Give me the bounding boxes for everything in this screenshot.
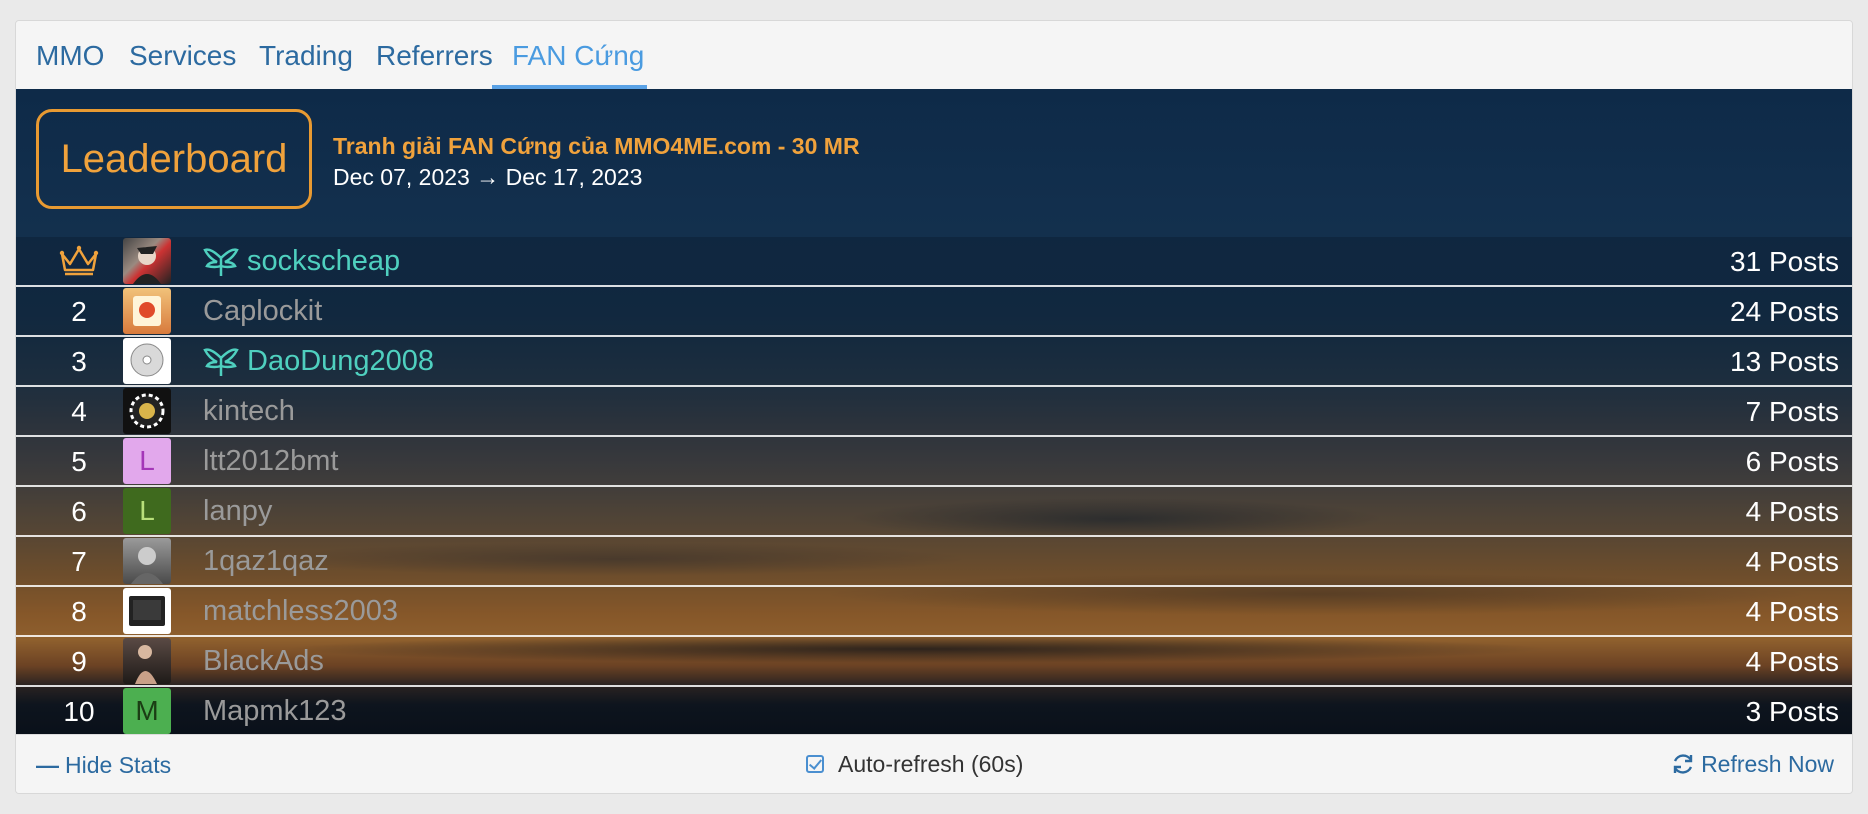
username-cell: DaoDung2008 [203, 337, 434, 385]
post-count: 6 Posts [1745, 446, 1839, 477]
ranking-list: sockscheap 31 Posts 2 Caplockit 24 Posts… [16, 237, 1852, 735]
username-cell: 1qaz1qaz [203, 537, 329, 585]
post-count: 3 Posts [1745, 696, 1839, 727]
rank-number: 5 [71, 446, 87, 477]
tab-fan-cung[interactable]: FAN Cứng [492, 21, 647, 89]
rank-number: 6 [71, 496, 87, 527]
username-cell: lanpy [203, 487, 272, 535]
rank-number: 9 [71, 646, 87, 677]
rank-number: 8 [71, 596, 87, 627]
leaderboard-badge: Leaderboard [36, 109, 312, 209]
refresh-icon [1673, 754, 1693, 774]
username-link[interactable]: BlackAds [203, 645, 324, 678]
refresh-now-label: Refresh Now [1701, 750, 1834, 777]
username-link[interactable]: lanpy [203, 495, 272, 528]
hide-stats-label: Hide Stats [65, 752, 172, 778]
post-count: 7 Posts [1745, 396, 1839, 427]
auto-refresh-checkbox[interactable] [806, 755, 824, 773]
contest-dates: Dec 07, 2023 → Dec 17, 2023 [333, 164, 643, 190]
username-cell: ltt2012bmt [203, 437, 338, 485]
minus-icon: — [36, 752, 59, 778]
wing-icon [203, 248, 239, 276]
ranking-row: 3 DaoDung2008 13 Posts [16, 337, 1852, 387]
crown-icon [59, 245, 99, 276]
ranking-row: 8 matchless2003 4 Posts [16, 587, 1852, 637]
tab-bar: MMO Services Trading Referrers FAN Cứng [16, 21, 1852, 90]
rank-number: 2 [71, 296, 87, 327]
ranking-row: 10 M Mapmk123 3 Posts [16, 687, 1852, 735]
rank-number: 10 [63, 696, 95, 727]
auto-refresh-label: Auto-refresh (60s) [838, 750, 1024, 777]
post-count: 4 Posts [1745, 546, 1839, 577]
leaderboard-panel: Leaderboard Tranh giải FAN Cứng của MMO4… [16, 89, 1852, 737]
avatar[interactable]: M [123, 688, 171, 734]
avatar[interactable] [123, 288, 171, 334]
avatar[interactable] [123, 338, 171, 384]
rank-number: 4 [71, 396, 87, 427]
refresh-now-button[interactable]: Refresh Now [1671, 735, 1834, 793]
wing-icon [203, 348, 239, 376]
ranking-row: 2 Caplockit 24 Posts [16, 287, 1852, 337]
avatar[interactable]: L [123, 488, 171, 534]
ranking-row: 6 L lanpy 4 Posts [16, 487, 1852, 537]
post-count: 13 Posts [1730, 346, 1839, 377]
widget-footer: — Hide Stats Auto-refresh (60s) Refresh N… [16, 734, 1852, 793]
avatar[interactable] [123, 538, 171, 584]
post-count: 4 Posts [1745, 496, 1839, 527]
username-cell: Caplockit [203, 287, 322, 335]
ranking-row: 9 BlackAds 4 Posts [16, 637, 1852, 687]
username-cell: BlackAds [203, 637, 324, 685]
ranking-row: 7 1qaz1qaz 4 Posts [16, 537, 1852, 587]
post-count: 4 Posts [1745, 646, 1839, 677]
avatar[interactable] [123, 638, 171, 684]
username-link[interactable]: kintech [203, 395, 295, 428]
post-count: 24 Posts [1730, 296, 1839, 327]
username-link[interactable]: Mapmk123 [203, 695, 346, 728]
username-cell: kintech [203, 387, 295, 435]
avatar[interactable] [123, 588, 171, 634]
username-link[interactable]: matchless2003 [203, 595, 398, 628]
ranking-row: sockscheap 31 Posts [16, 237, 1852, 287]
tab-referrers[interactable]: Referrers [356, 21, 513, 89]
username-link[interactable]: sockscheap [247, 245, 400, 278]
tab-trading[interactable]: Trading [239, 21, 373, 89]
hide-stats-link[interactable]: — Hide Stats [36, 735, 171, 793]
username-link[interactable]: 1qaz1qaz [203, 545, 329, 578]
avatar[interactable] [123, 238, 171, 284]
tab-services[interactable]: Services [109, 21, 256, 89]
rank-crown [34, 237, 124, 285]
ranking-row: 4 kintech 7 Posts [16, 387, 1852, 437]
avatar[interactable]: L [123, 438, 171, 484]
username-link[interactable]: DaoDung2008 [247, 345, 434, 378]
auto-refresh-toggle[interactable]: Auto-refresh (60s) [806, 735, 1023, 793]
username-cell: matchless2003 [203, 587, 398, 635]
username-cell: sockscheap [203, 237, 400, 285]
leaderboard-widget: MMO Services Trading Referrers FAN Cứng … [15, 20, 1853, 794]
rank-number: 3 [71, 346, 87, 377]
rank-number: 7 [71, 546, 87, 577]
username-cell: Mapmk123 [203, 687, 346, 735]
username-link[interactable]: ltt2012bmt [203, 445, 338, 478]
post-count: 4 Posts [1745, 596, 1839, 627]
avatar[interactable] [123, 388, 171, 434]
username-link[interactable]: Caplockit [203, 295, 322, 328]
contest-title: Tranh giải FAN Cứng của MMO4ME.com - 30 … [333, 133, 860, 159]
ranking-row: 5 L ltt2012bmt 6 Posts [16, 437, 1852, 487]
post-count: 31 Posts [1730, 246, 1839, 277]
